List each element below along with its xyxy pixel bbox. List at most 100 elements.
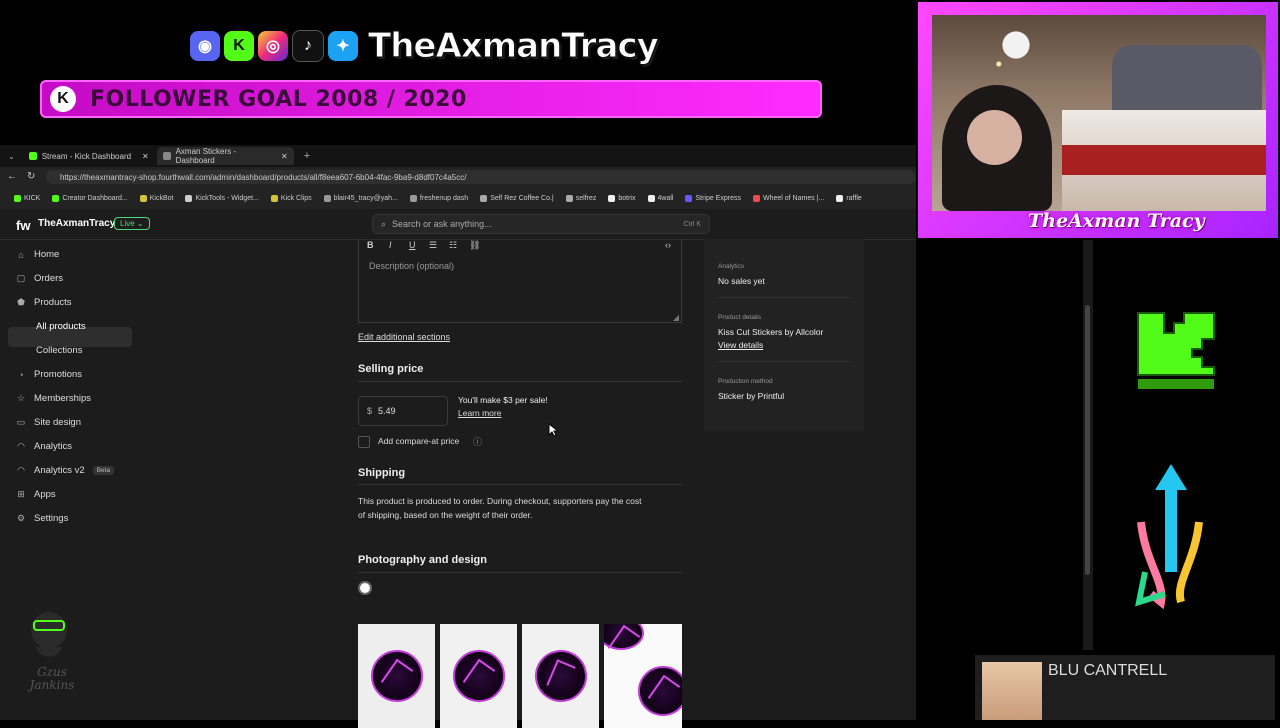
reload-icon[interactable]: ↻ <box>27 171 35 182</box>
sidebar-item-home[interactable]: ⌂ Home <box>16 249 59 260</box>
bookmark-self-rez-coffee[interactable]: Self Rez Coffee Co.| <box>480 194 554 202</box>
sidebar-item-settings[interactable]: ⚙ Settings <box>16 513 68 524</box>
search-input[interactable]: ⌕ Search or ask anything... Ctrl K <box>372 214 710 234</box>
live-status-dropdown[interactable]: Live ⌄ <box>114 217 150 230</box>
scrollbar-thumb[interactable] <box>1085 305 1090 575</box>
compare-at-price-checkbox[interactable] <box>358 436 370 448</box>
bookmark-kick-clips[interactable]: Kick Clips <box>270 194 312 202</box>
follower-goal-text: FOLLOWER GOAL 2008 / 2020 <box>90 86 467 112</box>
product-info-panel: Analytics No sales yet Product details K… <box>704 239 864 431</box>
bookmark-kickbot[interactable]: KickBot <box>139 194 173 202</box>
divider <box>718 361 850 362</box>
tab-label: Stream - Kick Dashboard <box>41 151 132 161</box>
tab-strip: ⌄ Stream - Kick Dashboard ✕ Axman Sticke… <box>0 145 916 167</box>
description-placeholder: Description (optional) <box>369 261 455 271</box>
sidebar-item-collections[interactable]: Collections <box>36 345 82 356</box>
bookmark-stripe-express[interactable]: Stripe Express <box>685 194 741 202</box>
search-shortcut: Ctrl K <box>683 220 702 228</box>
bookmark-email[interactable]: blair45_tracy@yah... <box>323 194 398 202</box>
app-header: fw TheAxmanTracy Live ⌄ ⌕ Search or ask … <box>0 209 916 240</box>
bookmark-wheel-of-names[interactable]: Wheel of Names |... <box>752 194 824 202</box>
sidebar-item-products[interactable]: ⬟ Products <box>16 297 71 308</box>
sidebar-item-apps[interactable]: ⊞ Apps <box>16 489 55 500</box>
sidebar-item-orders[interactable]: ▢ Orders <box>16 273 63 284</box>
fourthwall-logo[interactable]: fw <box>16 218 30 233</box>
memberships-icon: ☆ <box>16 393 26 403</box>
price-input[interactable]: $ 5.49 <box>358 396 448 426</box>
close-tab-icon[interactable]: ✕ <box>142 152 149 161</box>
earnings-text: You'll make $3 per sale! <box>458 395 548 405</box>
bed-runner <box>1062 145 1266 175</box>
learn-more-link[interactable]: Learn more <box>458 408 501 418</box>
follower-goal-bar: K FOLLOWER GOAL 2008 / 2020 <box>40 80 822 118</box>
tiktok-icon: ♪ <box>292 30 324 62</box>
product-image-thumbnail[interactable] <box>604 624 682 728</box>
orders-icon: ▢ <box>16 273 26 283</box>
analytics-v2-icon: ◠ <box>17 465 25 475</box>
code-view-icon[interactable]: ‹› <box>665 240 671 250</box>
product-image-thumbnail[interactable] <box>522 624 599 728</box>
fourthwall-favicon-icon <box>162 152 171 160</box>
resize-handle-icon[interactable]: ◢ <box>673 313 679 322</box>
back-icon[interactable]: ← <box>7 171 17 182</box>
help-icon[interactable]: ⓘ <box>473 435 482 448</box>
gzus-jankins-text: Gzus Jankins <box>29 665 75 692</box>
tab-kick-dashboard[interactable]: Stream - Kick Dashboard ✕ <box>23 147 155 165</box>
bookmark-botrix[interactable]: botrix <box>608 194 636 202</box>
price-value: 5.49 <box>378 406 396 416</box>
bookmark-kick[interactable]: KICK <box>14 194 40 202</box>
bookmark-raffle[interactable]: raffle <box>836 194 862 202</box>
bookmark-4wall[interactable]: 4wall <box>647 194 673 202</box>
edit-additional-sections-link[interactable]: Edit additional sections <box>358 332 450 342</box>
sticker-design-icon <box>638 666 682 716</box>
search-icon: ⌕ <box>381 218 387 229</box>
sidebar-item-analytics-v2[interactable]: ◠ Analytics v2 Beta <box>16 465 115 476</box>
production-method-value: Sticker by Printful <box>718 391 785 401</box>
brand-title: TheAxmanTracy <box>368 26 660 67</box>
divider <box>358 381 682 382</box>
shipping-text-line2: of shipping, based on the weight of thei… <box>358 510 533 520</box>
sticker-design-icon <box>371 650 423 702</box>
sidebar-item-promotions[interactable]: ◔ Promotions <box>16 369 82 380</box>
twitter-icon: ✦ <box>328 31 358 61</box>
sidebar-item-all-products[interactable]: All products <box>36 321 86 332</box>
dreamcatcher <box>1002 15 1030 75</box>
sticker-design-icon <box>530 645 592 707</box>
underline-button[interactable]: U <box>409 240 416 250</box>
bookmark-freshenup[interactable]: freshenup dash <box>409 194 468 202</box>
headboard <box>1112 45 1262 115</box>
bookmark-selfrez[interactable]: selfrez <box>565 194 596 202</box>
product-image-thumbnail[interactable] <box>440 624 517 728</box>
bullet-list-icon[interactable]: ☰ <box>429 240 437 251</box>
settings-icon: ⚙ <box>16 513 26 523</box>
close-tab-icon[interactable]: ✕ <box>281 152 288 161</box>
store-name[interactable]: TheAxmanTracy <box>38 218 115 229</box>
bookmark-creator-dashboard[interactable]: Creator Dashboard... <box>52 194 128 202</box>
production-method-label: Production method <box>718 378 773 385</box>
product-image-thumbnail[interactable] <box>358 624 435 728</box>
select-all-radio[interactable] <box>358 581 372 595</box>
sticker-design-icon <box>453 650 505 702</box>
numbered-list-icon[interactable]: ☷ <box>449 240 457 251</box>
italic-button[interactable]: I <box>389 240 392 250</box>
photography-heading: Photography and design <box>358 554 487 566</box>
sidebar-item-memberships[interactable]: ☆ Memberships <box>16 393 91 404</box>
bookmark-kicktools[interactable]: KickTools - Widget... <box>185 194 259 202</box>
link-icon[interactable]: ⛓ <box>469 240 480 251</box>
analytics-icon: ◠ <box>17 441 25 451</box>
view-details-link[interactable]: View details <box>718 340 763 350</box>
bookmarks-bar: KICK Creator Dashboard... KickBot KickTo… <box>0 187 916 209</box>
tab-list-icon[interactable]: ⌄ <box>8 152 15 161</box>
currency-symbol: $ <box>367 406 373 416</box>
kick-favicon-icon <box>28 152 37 160</box>
sidebar-item-site-design[interactable]: ▭ Site design <box>16 417 81 428</box>
mouse-cursor-icon <box>548 423 558 437</box>
sidebar-item-analytics[interactable]: ◠ Analytics <box>16 441 72 452</box>
new-tab-icon[interactable]: + <box>304 150 310 162</box>
tab-axman-stickers[interactable]: Axman Stickers - Dashboard ✕ <box>156 147 294 165</box>
description-editor[interactable]: B I U ☰ ☷ ⛓ ‹› Description (optional) ◢ <box>358 239 682 323</box>
address-bar[interactable]: https://theaxmantracy-shop.fourthwall.co… <box>46 170 916 184</box>
home-icon: ⌂ <box>18 249 24 260</box>
social-bar: ◉ K ◎ ♪ ✦ TheAxmanTracy <box>190 22 660 70</box>
bold-button[interactable]: B <box>367 240 374 250</box>
